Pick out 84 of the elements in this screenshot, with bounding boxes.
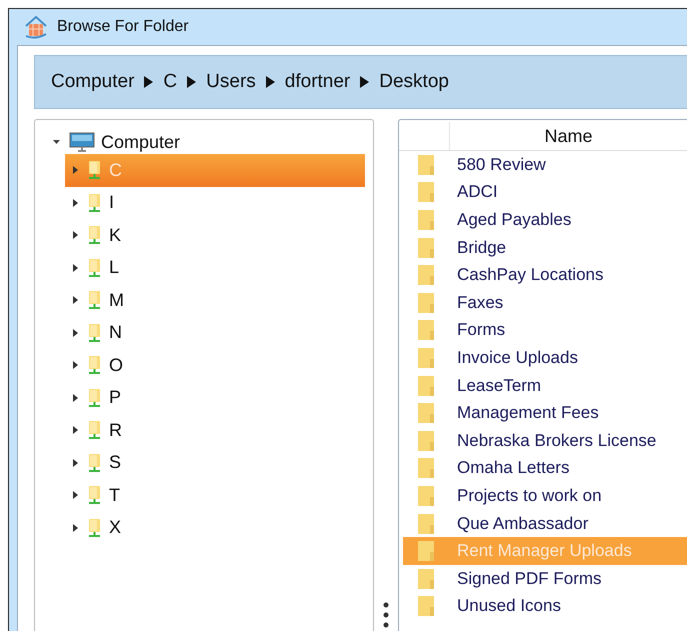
folder-row[interactable]: CashPay Locations (403, 261, 687, 289)
separator-arrow-icon[interactable] (360, 76, 370, 88)
folder-row[interactable]: Bridge (403, 234, 687, 262)
folder-icon (417, 457, 435, 480)
folder-row[interactable]: ADCI (403, 178, 687, 206)
folder-icon (417, 236, 435, 259)
tree-item[interactable]: X (65, 512, 365, 544)
expand-arrow-icon[interactable] (72, 198, 78, 208)
folder-icon (417, 568, 435, 590)
network-drive-icon (87, 420, 103, 440)
folder-icon (417, 402, 435, 424)
tree-item[interactable]: Computer (47, 130, 365, 154)
expand-arrow-icon[interactable] (72, 425, 78, 436)
folder-icon (417, 540, 435, 562)
folder-row[interactable]: LeaseTerm (403, 372, 687, 400)
network-drive-icon (87, 388, 103, 408)
splitter-handle-icon[interactable] (383, 602, 389, 628)
network-drive-icon (87, 290, 103, 310)
expand-arrow-icon[interactable] (72, 392, 78, 403)
collapse-arrow-icon[interactable] (52, 138, 62, 146)
network-drive-icon (87, 355, 103, 376)
expand-arrow-icon[interactable] (72, 295, 78, 306)
folder-row[interactable]: Que Ambassador (403, 510, 687, 538)
separator-arrow-icon[interactable] (187, 76, 196, 88)
breadcrumb-item[interactable]: dfortner (284, 71, 350, 93)
expand-arrow-icon[interactable] (72, 230, 78, 240)
separator-arrow-icon[interactable] (144, 76, 154, 88)
folder-row[interactable]: Invoice Uploads (403, 344, 687, 372)
network-drive-icon (87, 192, 103, 213)
folder-icon (417, 181, 435, 204)
folder-row[interactable]: 580 Review (403, 151, 687, 179)
folder-icon (417, 374, 435, 397)
expand-arrow-icon[interactable] (72, 165, 78, 176)
breadcrumb-item[interactable]: Computer (51, 71, 134, 93)
network-drive-icon (87, 225, 103, 246)
column-header[interactable]: Name (450, 122, 687, 150)
separator-arrow-icon[interactable] (266, 76, 275, 88)
folder-icon (417, 346, 435, 369)
folder-row[interactable]: Projects to work on (403, 482, 687, 510)
tree-item[interactable]: I (65, 186, 365, 219)
tree-item[interactable]: K (65, 219, 365, 252)
network-drive-icon (87, 322, 103, 343)
window-title: Browse For Folder (57, 18, 189, 36)
folder-row[interactable]: Signed PDF Forms (403, 564, 687, 592)
network-drive-icon (87, 518, 103, 538)
folder-row[interactable]: Forms (403, 316, 687, 344)
tree-item[interactable]: O (65, 349, 365, 382)
expand-arrow-icon[interactable] (72, 328, 78, 338)
folder-icon (417, 484, 435, 507)
breadcrumb-item[interactable]: C (163, 71, 178, 93)
folder-row[interactable]: Nebraska Brokers License (403, 426, 687, 455)
network-drive-icon (87, 485, 103, 506)
folder-row[interactable]: Aged Payables (403, 206, 687, 234)
expand-arrow-icon[interactable] (72, 262, 78, 273)
folder-row[interactable]: Faxes (403, 288, 687, 317)
folder-icon (417, 595, 435, 618)
network-drive-icon (87, 452, 103, 473)
tree-item[interactable]: T (65, 479, 365, 512)
folder-icon (417, 208, 435, 231)
folder-icon (417, 430, 435, 452)
folder-icon (417, 512, 435, 535)
folder-row[interactable]: Omaha Letters (403, 454, 687, 482)
tree-item[interactable]: P (65, 382, 365, 414)
computer-icon (69, 132, 95, 152)
folder-icon (417, 154, 435, 176)
folder-row[interactable]: Unused Icons (403, 592, 687, 620)
expand-arrow-icon[interactable] (72, 458, 78, 468)
expand-arrow-icon[interactable] (72, 490, 78, 500)
tree-item[interactable]: S (65, 446, 365, 479)
expand-arrow-icon[interactable] (72, 522, 78, 533)
tree-item[interactable]: M (65, 284, 365, 316)
breadcrumb-item[interactable]: Users (206, 71, 256, 93)
tree-item[interactable]: L (65, 252, 365, 284)
folder-icon (417, 264, 435, 286)
folder-icon (417, 319, 435, 342)
folder-icon (417, 292, 435, 314)
network-drive-icon (87, 160, 103, 180)
tree-item[interactable]: N (65, 316, 365, 349)
network-drive-icon (87, 258, 103, 278)
breadcrumb-item[interactable]: Desktop (379, 71, 449, 93)
app-icon (23, 14, 49, 40)
tree-item[interactable]: R (65, 414, 365, 446)
folder-row[interactable]: Management Fees (403, 399, 687, 427)
expand-arrow-icon[interactable] (72, 360, 78, 370)
